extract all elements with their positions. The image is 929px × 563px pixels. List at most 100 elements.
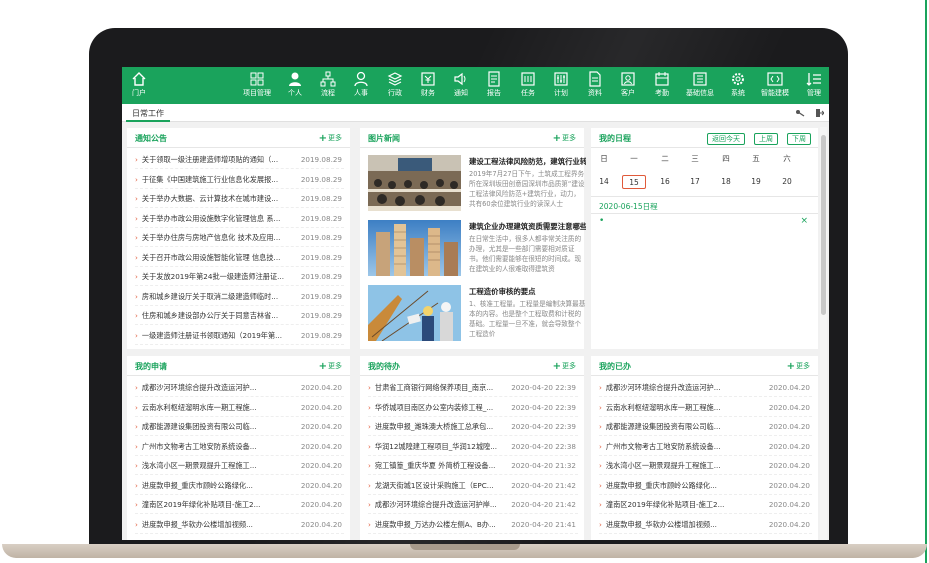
list-item[interactable]: › 关于举办市政公用设施数字化管理信息 系... 2019.08.29 — [135, 209, 344, 228]
nav-report[interactable]: 报告 — [477, 71, 511, 101]
list-item[interactable]: › 住房和城乡建设部办公厅关于同意吉林省... 2019.08.29 — [135, 306, 344, 325]
list-item[interactable]: › 关于领取一级注册建造师增项贴的通知（... 2019.08.29 — [135, 150, 344, 169]
chevron-right-icon: › — [368, 461, 371, 470]
list-item[interactable]: › 成都能源建设集团投资有限公司临... 2020.04.20 — [135, 417, 344, 436]
list-item[interactable]: › 潼南区2019年绿化补贴项目-施工2... 2020.04.20 — [135, 495, 344, 514]
key-icon[interactable] — [795, 108, 805, 118]
nav-label: 流程 — [321, 89, 335, 97]
more-link[interactable]: +更多 — [553, 361, 576, 372]
chevron-right-icon: › — [599, 422, 602, 431]
list-item[interactable]: › 进度款申报_潍珠澳大桥施工总承包... 2020-04-20 22:39 — [368, 417, 578, 436]
item-title: 进度款申报_潍珠澳大桥施工总承包... — [374, 422, 494, 431]
list-item[interactable]: › 一级建造师注册证书领取通知（2019年第... 2019.08.29 — [135, 326, 344, 345]
nav-system[interactable]: 系统 — [721, 71, 755, 101]
list-item[interactable]: › 关于举办大数据、云计算技术在城市建设... 2019.08.29 — [135, 189, 344, 208]
list-item[interactable]: › 关于发放2019年第24批一级建造师注册证... 2019.08.29 — [135, 267, 344, 286]
item-date: 2020.04.20 — [768, 519, 810, 529]
chevron-right-icon: › — [135, 330, 138, 340]
nav-home[interactable]: 门户 — [122, 71, 156, 101]
list-item[interactable]: › 关于召开市政公用设施智能化管理 信息技... 2019.08.29 — [135, 248, 344, 267]
item-title: 住房和城乡建设部办公厅关于同意吉林省... — [141, 311, 279, 320]
nav-notice[interactable]: 通知 — [444, 71, 478, 101]
item-date: 2020.04.20 — [768, 422, 810, 431]
item-date: 2019.08.29 — [300, 311, 342, 320]
nav-hr[interactable]: 人事 — [344, 71, 378, 101]
list-item[interactable]: › 成都沙河环境综合提升改造运河护... 2020.04.20 — [135, 378, 344, 397]
list-item[interactable]: › 成都沙河环境综合提升改造运河护... 2020.04.20 — [599, 378, 812, 397]
list-item[interactable]: › 进度款申报_重庆市顾岭公路绿化... 2020.04.20 — [135, 476, 344, 495]
list-item[interactable]: › 云南水利枢纽溜明水库一期工程施... 2020.04.20 — [599, 398, 812, 417]
tab-daily-work[interactable]: 日常工作 — [126, 106, 170, 122]
more-link[interactable]: +更多 — [553, 133, 576, 144]
list-item[interactable]: › 进度款申报_万达办公楼左侧A、B办... 2020-04-20 21:41 — [368, 515, 578, 534]
next-week-button[interactable]: 下周 — [787, 133, 811, 145]
list-item[interactable]: › 房和城乡建设厅关于取消二级建造师临时... 2019.08.29 — [135, 287, 344, 306]
item-title: 成都沙河环境综合提升改造运河护... — [605, 383, 721, 392]
nav-attendance[interactable]: 考勤 — [645, 71, 679, 101]
nav-docs[interactable]: 资料 — [578, 71, 612, 101]
more-link[interactable]: +更多 — [787, 361, 810, 372]
calendar-day[interactable]: 15 — [622, 175, 646, 189]
list-item[interactable]: › 广州市文物考古工地安防系统设备... 2020.04.20 — [599, 437, 812, 456]
list-item[interactable]: › 甘肃省工商银行网络保养项目_南京... 2020-04-20 22:39 — [368, 378, 578, 397]
nav-basic-info[interactable]: 基础信息 — [683, 71, 717, 101]
nav-client[interactable]: 客户 — [611, 71, 645, 101]
nav-flow[interactable]: 流程 — [311, 71, 345, 101]
news-item[interactable]: 工程造价审核的要点 1、核准工程量。工程量是编制决算最基本的内容。也是整个工程取… — [368, 285, 586, 341]
list-item[interactable]: › 关于举办住房与房地产信息化 技术及应用... 2019.08.29 — [135, 228, 344, 247]
nav-manage[interactable]: 管理 — [797, 71, 829, 101]
list-item[interactable]: › 广州市文物考古工地安防系统设备... 2020.04.20 — [135, 437, 344, 456]
news-item[interactable]: 建筑企业办理建筑资质需要注意哪些 在日常生活中，很多人都非常关注质的办理，尤其是… — [368, 220, 586, 276]
nav-task[interactable]: 任务 — [511, 71, 545, 101]
news-image-buildings — [368, 220, 461, 276]
more-link[interactable]: +更多 — [319, 133, 342, 144]
list-item[interactable]: › 成都沙河环境综合提升改造运河护岸... 2020-04-20 21:42 — [368, 495, 578, 514]
calendar-day[interactable]: 19 — [744, 175, 768, 189]
calendar-day[interactable]: 20 — [775, 175, 799, 189]
nav-project[interactable]: 项目管理 — [240, 71, 274, 101]
calendar-day[interactable]: 18 — [714, 175, 738, 189]
list-item[interactable]: › 进度款申报_华软办公楼增加视频... 2020.04.20 — [599, 515, 812, 534]
list-item[interactable]: › 成都能源建设集团投资有限公司临... 2020.04.20 — [599, 417, 812, 436]
list-item[interactable]: › 进度款申报_重庆市顾岭公路绿化... 2020.04.20 — [599, 476, 812, 495]
list-item[interactable]: › 宛工镇篁_重庆华夏 外简桥工程设备... 2020-04-20 21:32 — [368, 456, 578, 475]
weekday-label: 三 — [691, 154, 699, 163]
item-title: 云南水利枢纽溜明水库一期工程施... — [141, 402, 257, 412]
chevron-right-icon: › — [599, 461, 602, 470]
more-link[interactable]: +更多 — [319, 361, 342, 372]
item-date: 2019.08.29 — [300, 155, 342, 164]
list-item[interactable]: › 云南水利枢纽溜明水库一期工程施... 2020.04.20 — [135, 398, 344, 417]
list-item[interactable]: › 浅水湾小区一期景观提升工程施工... 2020.04.20 — [135, 456, 344, 475]
list-item[interactable]: › 潼南区2019年绿化补贴项目-施工2... 2020.04.20 — [599, 495, 812, 514]
list-item[interactable]: › 华侨城项目南区办公室内装修工程_... 2020-04-20 22:39 — [368, 398, 578, 417]
news-image-workers — [368, 285, 461, 341]
list-item[interactable]: › 龙湖天街城1区设计采购施工（EPC... 2020-04-20 21:42 — [368, 476, 578, 495]
logout-icon[interactable] — [814, 108, 824, 118]
item-title: 广州市文物考古工地安防系统设备... — [141, 441, 257, 451]
today-button[interactable]: 返回今天 — [707, 133, 745, 145]
chevron-right-icon: › — [368, 500, 371, 509]
nav-personal[interactable]: 个人 — [278, 71, 312, 101]
list-item[interactable]: › 于征集《中国建筑施工行业信息化发展报... 2019.08.29 — [135, 170, 344, 189]
list-item[interactable]: › 进度款申报_华软办公楼增加视频... 2020.04.20 — [135, 515, 344, 534]
list-item[interactable]: › 浅水湾小区一期景观提升工程施工... 2020.04.20 — [599, 456, 812, 475]
nav-finance[interactable]: 财务 — [411, 71, 445, 101]
scrollbar-thumb[interactable] — [821, 135, 826, 315]
list-item[interactable]: › 华润12城隍建工程项目_华润12城隍... 2020-04-20 22:38 — [368, 437, 578, 456]
nav-plan[interactable]: 计划 — [544, 71, 578, 101]
item-date: 2020.04.20 — [300, 441, 342, 451]
nav-label: 财务 — [421, 89, 435, 97]
news-item[interactable]: 建设工程法律风险防范，建筑行业转 2019年7月27日下午，土筑成工程界务所在深… — [368, 155, 586, 211]
nav-admin[interactable]: 行政 — [378, 71, 412, 101]
nav-label: 通知 — [454, 89, 468, 97]
chevron-right-icon: › — [368, 519, 371, 529]
calendar-day[interactable]: 14 — [592, 175, 616, 189]
nav-modeling[interactable]: 智能建模 — [758, 71, 792, 101]
news-summary: 1、核准工程量。工程量是编制决算最基本的内容。也是整个工程取费和计税的基础。工程… — [469, 300, 586, 338]
speaker-icon — [454, 72, 466, 86]
prev-week-button[interactable]: 上周 — [754, 133, 778, 145]
calendar-day[interactable]: 16 — [653, 175, 677, 189]
item-title: 成都能源建设集团投资有限公司临... — [141, 422, 257, 431]
calendar-day[interactable]: 17 — [683, 175, 707, 189]
close-icon[interactable]: × — [800, 216, 808, 226]
